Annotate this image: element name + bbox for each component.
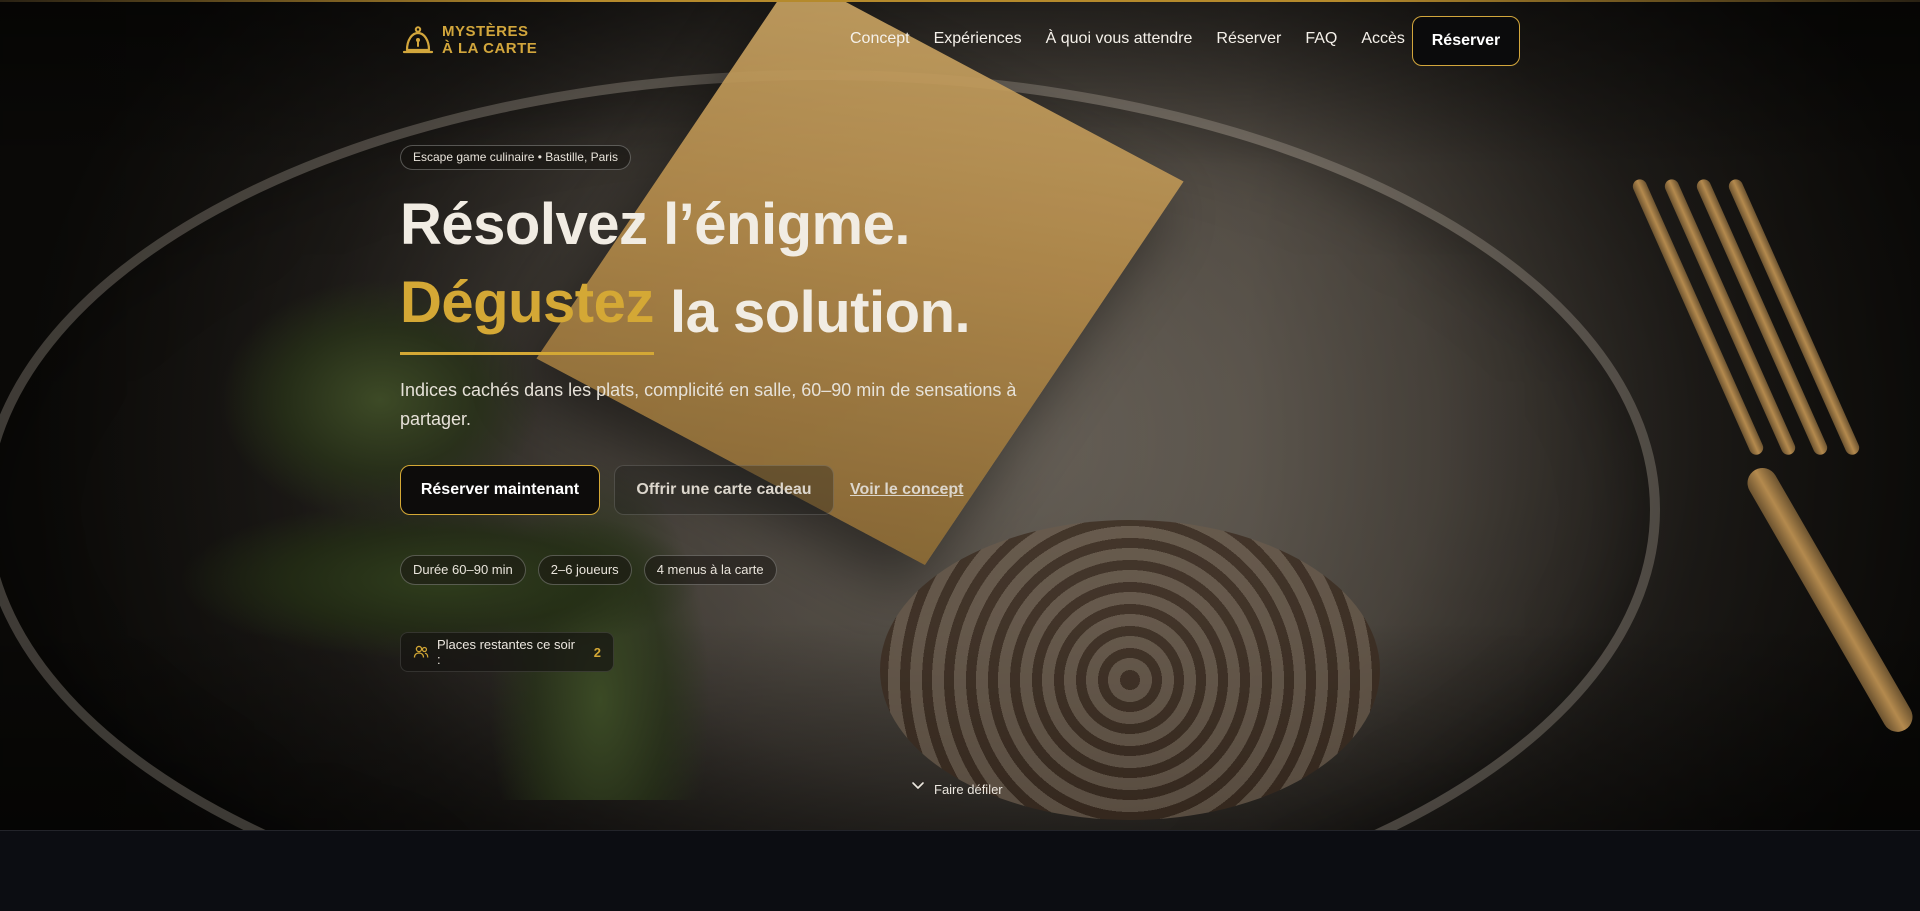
chip-duration: Durée 60–90 min [400,555,526,585]
see-concept-link[interactable]: Voir le concept [850,481,964,499]
hero-title-highlight: Dégustez [400,270,654,335]
chevron-down-icon [912,781,924,789]
nav-item-faq[interactable]: FAQ [1305,30,1337,48]
brand-line-2: À LA CARTE [442,40,538,57]
gift-card-button[interactable]: Offrir une carte cadeau [614,465,834,515]
places-remaining: Places restantes ce soir : 2 [400,632,614,672]
places-count: 2 [593,644,601,660]
logo[interactable]: MYSTÈRES À LA CARTE [400,22,537,58]
fork-image [1600,177,1918,738]
nav-item-concept[interactable]: Concept [850,30,910,48]
brand-line-1: MYSTÈRES [442,23,529,40]
hero-subtitle: Indices cachés dans les plats, complicit… [400,380,1017,429]
location-tag: Escape game culinaire • Bastille, Paris [400,145,631,170]
nav-item-experiences[interactable]: Expériences [934,30,1022,48]
scroll-label: Faire défiler [934,782,1003,797]
hero-title-rest: la solution. [670,280,971,345]
next-section [0,830,1920,911]
scroll-indicator[interactable]: Faire défiler [910,781,1003,797]
feature-chips: Durée 60–90 min 2–6 joueurs 4 menus à la… [400,555,777,585]
places-label: Places restantes ce soir : [436,637,575,667]
nav-item-reserver[interactable]: Réserver [1216,30,1281,48]
site-header: MYSTÈRES À LA CARTE Concept Expériences … [0,0,1920,84]
chip-menus: 4 menus à la carte [643,555,777,585]
header-reserve-button[interactable]: Réserver [1412,16,1520,66]
highlight-underline [400,352,654,355]
chocolate-maze-image [880,520,1380,820]
main-nav: Concept Expériences À quoi vous attendre… [850,30,1429,48]
chip-players: 2–6 joueurs [537,555,632,585]
nav-item-acces[interactable]: Accès [1361,30,1405,48]
reserve-now-button[interactable]: Réserver maintenant [400,465,600,515]
brand-name: MYSTÈRES À LA CARTE [442,23,537,57]
hero-title-line-1: Résolvez l’énigme. [400,192,910,257]
cloche-icon [402,26,434,54]
nav-item-what-to-expect[interactable]: À quoi vous attendre [1046,30,1193,48]
users-icon [413,645,429,658]
